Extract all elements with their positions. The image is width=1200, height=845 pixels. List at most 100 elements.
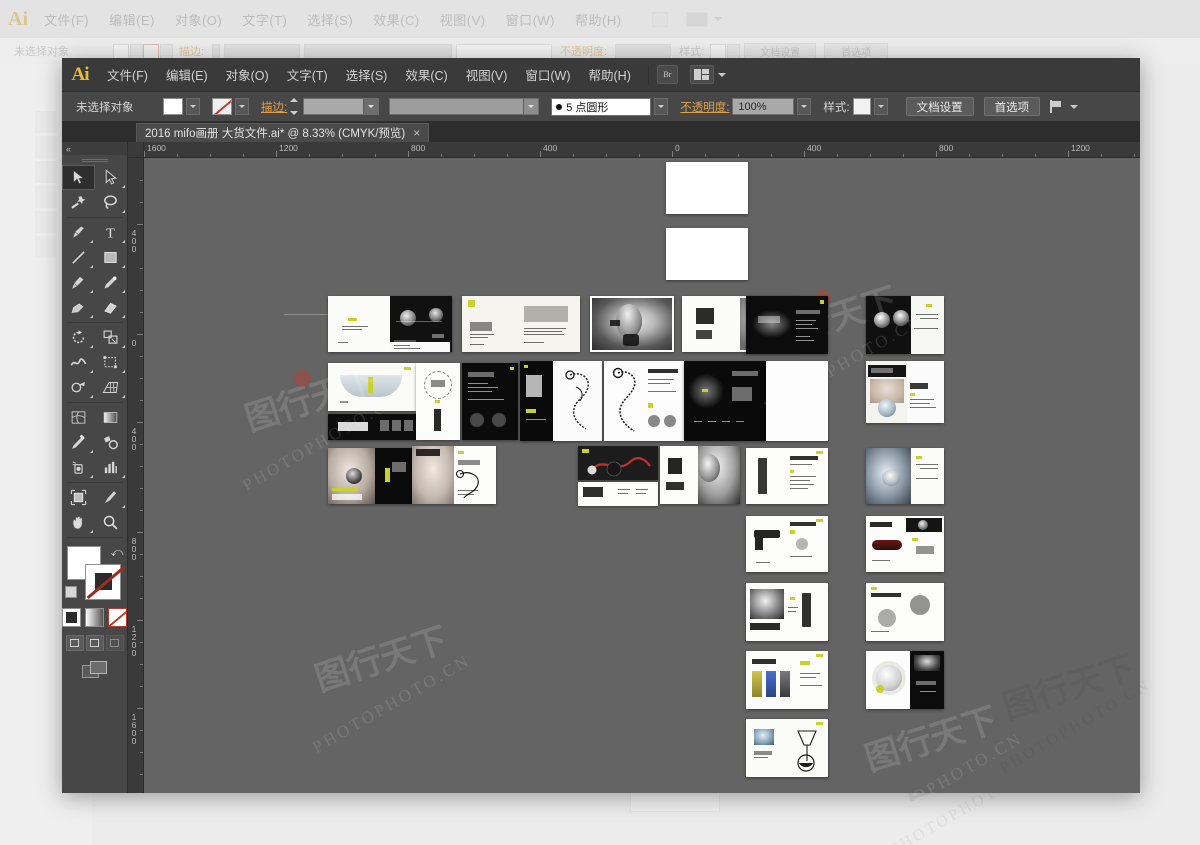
stroke-weight-stepper[interactable] — [290, 98, 300, 115]
stroke-weight-combo[interactable] — [303, 98, 380, 115]
menu-effect[interactable]: 效果(C) — [396, 61, 456, 88]
free-transform-tool[interactable] — [95, 350, 128, 375]
workspace-chevron-down-icon[interactable] — [717, 72, 726, 77]
menu-file[interactable]: 文件(F) — [98, 61, 157, 88]
menu-help[interactable]: 帮助(H) — [580, 61, 640, 88]
tool-flyout-icon[interactable] — [122, 210, 125, 213]
paintbrush-tool[interactable] — [62, 270, 95, 295]
stroke-profile-combo[interactable] — [389, 98, 540, 115]
document-tab[interactable]: 2016 mifo画册 大货文件.ai* @ 8.33% (CMYK/预览) × — [136, 123, 430, 142]
artboard-11[interactable] — [462, 363, 518, 440]
artboard-5[interactable] — [590, 296, 674, 352]
pencil-tool[interactable] — [95, 270, 128, 295]
document-setup-button[interactable]: 文档设置 — [905, 97, 974, 116]
tool-flyout-icon[interactable] — [122, 315, 125, 318]
tool-flyout-icon[interactable] — [122, 475, 125, 478]
menu-window[interactable]: 窗口(W) — [516, 61, 579, 88]
rotate-tool[interactable] — [62, 325, 95, 350]
eyedropper-tool[interactable] — [62, 430, 95, 455]
artboard-tool[interactable] — [62, 485, 95, 510]
tools-panel-grip[interactable] — [81, 159, 108, 163]
tool-flyout-icon[interactable] — [89, 450, 93, 453]
artboard-21[interactable] — [746, 448, 828, 504]
tool-flyout-icon[interactable] — [122, 505, 125, 508]
lasso-tool[interactable] — [95, 190, 128, 215]
menu-select[interactable]: 选择(S) — [337, 61, 397, 88]
stroke-weight-chevron-down-icon[interactable] — [363, 99, 379, 114]
artboard-7[interactable] — [746, 296, 828, 354]
tool-flyout-icon[interactable] — [122, 290, 125, 293]
tool-flyout-icon[interactable] — [122, 265, 125, 268]
perspective-grid-tool[interactable] — [95, 375, 128, 400]
fullscreen-menubar-mode-button[interactable] — [85, 635, 104, 651]
bridge-icon[interactable]: Br — [656, 65, 678, 84]
ruler-origin-corner[interactable] — [128, 142, 144, 158]
vertical-ruler[interactable]: 400 0 400 800 1200 1600 — [128, 158, 144, 793]
line-segment-tool[interactable] — [62, 245, 95, 270]
artboard-26[interactable] — [866, 583, 944, 641]
artboard-24[interactable] — [866, 516, 944, 572]
artboard-10[interactable] — [416, 363, 460, 440]
flag-icon[interactable] — [1049, 100, 1063, 113]
swap-fill-stroke-icon[interactable]: ⤺ — [111, 545, 124, 560]
tool-flyout-icon[interactable] — [122, 240, 125, 243]
width-tool[interactable] — [62, 350, 95, 375]
fill-color-swatch[interactable] — [163, 98, 183, 115]
type-tool[interactable]: T — [95, 220, 128, 245]
blend-tool[interactable] — [95, 430, 128, 455]
fullscreen-mode-button[interactable] — [105, 635, 124, 651]
symbol-sprayer-tool[interactable] — [62, 455, 95, 480]
artboard-18[interactable] — [412, 446, 496, 504]
collapse-panel-icon[interactable]: « — [66, 144, 71, 154]
artboard-canvas[interactable] — [144, 158, 1140, 793]
tool-flyout-icon[interactable] — [89, 265, 93, 268]
artboard-4[interactable] — [462, 296, 580, 352]
artboard-23[interactable] — [746, 516, 828, 572]
tool-flyout-icon[interactable] — [89, 475, 93, 478]
control-bar-chevron-down-icon[interactable] — [1070, 104, 1079, 109]
tool-flyout-icon[interactable] — [89, 345, 93, 348]
menu-type[interactable]: 文字(T) — [278, 61, 337, 88]
artboard-28[interactable] — [866, 651, 944, 709]
column-graph-tool[interactable] — [95, 455, 128, 480]
artboard-22[interactable] — [866, 448, 944, 504]
artboard-27[interactable] — [746, 651, 828, 709]
rectangle-tool[interactable] — [95, 245, 128, 270]
close-icon[interactable]: × — [413, 127, 420, 139]
style-chevron-down-icon[interactable] — [873, 98, 888, 115]
gradient-tool[interactable] — [95, 405, 128, 430]
magic-wand-tool[interactable] — [62, 190, 95, 215]
tool-flyout-icon[interactable] — [89, 370, 93, 373]
direct-selection-tool[interactable] — [95, 165, 128, 190]
stroke-profile-chevron-down-icon[interactable] — [523, 99, 539, 114]
selection-tool[interactable] — [62, 165, 95, 190]
stroke-chevron-down-icon[interactable] — [235, 98, 249, 115]
eraser-tool[interactable] — [95, 295, 128, 320]
tool-flyout-icon[interactable] — [89, 395, 93, 398]
arrange-documents-icon[interactable] — [81, 661, 108, 679]
artboard-25[interactable] — [746, 583, 828, 641]
color-mode-button[interactable] — [62, 608, 81, 627]
artboard-19[interactable] — [578, 446, 658, 480]
tool-flyout-icon[interactable] — [89, 315, 93, 318]
zoom-tool[interactable] — [95, 510, 128, 535]
menu-edit[interactable]: 编辑(E) — [157, 61, 217, 88]
artboard-12[interactable] — [520, 361, 602, 441]
tool-flyout-icon[interactable] — [122, 185, 125, 188]
artboard-9b[interactable] — [328, 414, 416, 440]
pen-tool[interactable] — [62, 220, 95, 245]
slice-tool[interactable] — [95, 485, 128, 510]
artboard-15[interactable] — [766, 361, 828, 441]
graphic-style-swatch[interactable] — [852, 98, 871, 115]
artboard-13[interactable] — [604, 361, 684, 441]
none-mode-button[interactable] — [108, 608, 127, 627]
tool-flyout-icon[interactable] — [122, 345, 125, 348]
default-fill-stroke-icon[interactable] — [64, 586, 77, 598]
shape-builder-tool[interactable] — [62, 375, 95, 400]
tools-panel-header[interactable]: « — [62, 142, 127, 155]
opacity-label[interactable]: 不透明度: — [680, 99, 729, 115]
opacity-chevron-down-icon[interactable] — [797, 98, 812, 115]
workspace-switcher-icon[interactable] — [689, 65, 714, 84]
mesh-tool[interactable] — [62, 405, 95, 430]
artboard-29[interactable] — [746, 719, 828, 777]
